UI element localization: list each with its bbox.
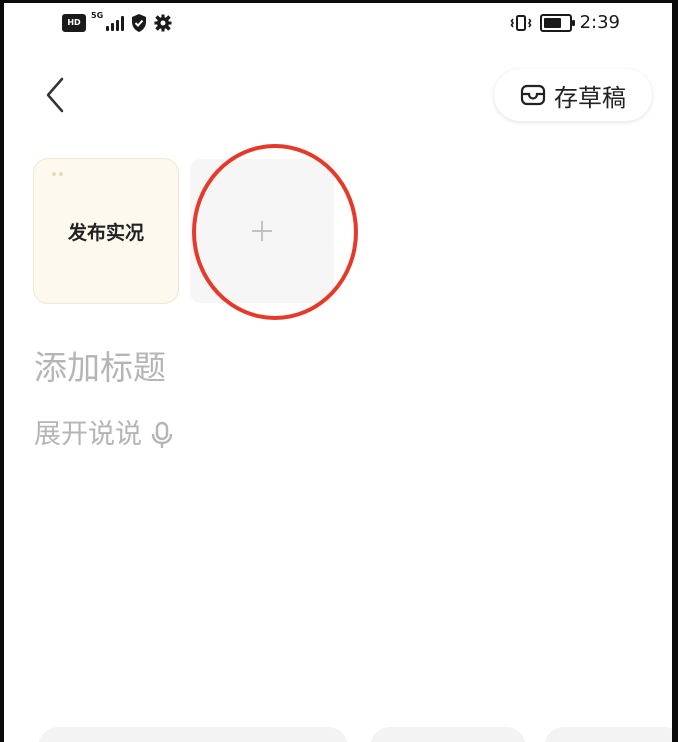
status-bar: HD 5G 2:39 (4, 3, 672, 47)
inbox-tray-icon (520, 84, 546, 106)
status-time: 2:39 (579, 12, 620, 33)
cellular-signal-icon: 5G (91, 11, 124, 31)
microphone-icon[interactable] (150, 420, 174, 450)
save-draft-button[interactable]: 存草稿 (494, 69, 652, 121)
body-placeholder: 展开说说 (34, 419, 142, 450)
gear-icon (154, 14, 172, 32)
shield-check-icon (132, 14, 146, 32)
body-input[interactable]: 展开说说 (34, 413, 634, 457)
save-draft-label: 存草稿 (554, 83, 626, 112)
battery-icon (539, 13, 575, 32)
screen-bezel-right (672, 0, 678, 742)
add-media-button[interactable] (190, 159, 334, 303)
vibrate-icon (510, 14, 532, 31)
hd-icon: HD (62, 14, 86, 32)
app-screen: HD 5G 2:39 存草稿 发布实况 添加标题 展开说说 (4, 3, 672, 742)
publish-live-tile[interactable]: 发布实况 (34, 159, 178, 303)
status-left-group: HD 5G (62, 11, 172, 33)
status-right-group: 2:39 (510, 12, 620, 33)
chevron-left-icon (46, 77, 64, 113)
topic-chip[interactable] (370, 727, 526, 742)
title-input[interactable]: 添加标题 (34, 343, 634, 393)
topic-chip[interactable] (544, 727, 672, 742)
publish-live-label: 发布实况 (67, 221, 144, 244)
back-button[interactable] (38, 73, 74, 117)
topic-chip[interactable] (38, 727, 348, 742)
tile-decoration (52, 161, 66, 176)
network-type-label: 5G (91, 11, 104, 20)
